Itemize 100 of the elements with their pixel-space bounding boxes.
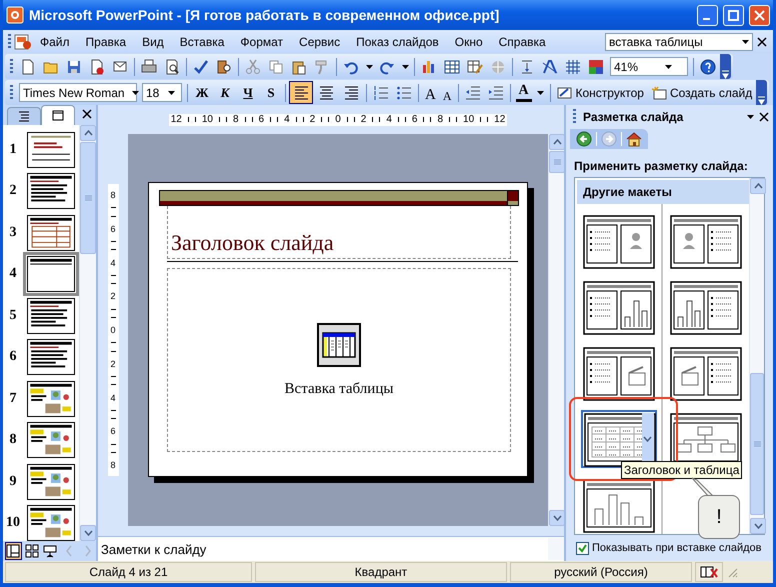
slide-number: 9 [8,474,18,490]
dropdown-arrow-icon[interactable] [664,62,672,70]
slides-tab[interactable] [41,105,75,125]
back-icon[interactable] [576,131,592,147]
spell-check-icon[interactable] [193,58,209,74]
dropdown-arrow-icon[interactable] [740,38,750,46]
italic-button[interactable]: К [214,82,236,104]
section-label: Применить разметку слайда: [573,158,749,175]
copy-icon[interactable] [268,58,284,74]
dropdown-arrow-icon[interactable] [130,88,140,96]
scroll-up-icon[interactable] [754,183,762,189]
email-icon[interactable] [112,58,128,74]
design-button[interactable]: Конструктор [554,82,647,104]
close-icon[interactable] [759,112,769,122]
menu-item[interactable]: Вставка [172,32,232,50]
shadow-button[interactable]: S [260,82,282,104]
spelling-status-icon[interactable] [700,565,718,579]
maximize-icon[interactable] [728,10,739,20]
align-left-button[interactable] [289,81,313,104]
scroll-down-icon[interactable] [552,515,562,521]
align-left-icon[interactable] [294,84,308,100]
menu-item[interactable]: Справка [490,32,554,50]
ruler-number: 2 [110,291,116,302]
dropdown-arrow-icon[interactable] [536,88,546,96]
menu-item[interactable]: Показ слайдов [348,32,447,50]
tables-borders-icon[interactable] [467,58,483,74]
paste-icon[interactable] [291,58,307,74]
grid-icon[interactable] [565,58,581,74]
maximize-button[interactable] [723,4,744,26]
decrease-font-button[interactable]: A [440,82,455,104]
close-icon[interactable] [82,109,92,119]
font-field[interactable]: Times New Roman [19,83,137,102]
outline-icon[interactable] [17,110,31,123]
home-icon[interactable] [626,131,642,147]
close-button[interactable] [749,4,770,26]
scroll-down-icon[interactable] [84,530,92,536]
slide-preview [27,505,75,542]
ruler-number: 6 [110,224,116,234]
notes-scrollbar[interactable] [548,538,564,560]
scroll-up-icon[interactable] [552,139,562,145]
align-center-icon[interactable] [318,84,334,100]
help-icon[interactable] [700,58,716,74]
expand-icon[interactable] [519,58,535,74]
research-icon[interactable] [216,58,232,74]
toolbar-options-icon[interactable] [722,70,729,79]
slide-thumbnail[interactable] [23,252,79,296]
ruler-number: 2 [110,358,116,369]
slides-icon[interactable] [51,109,65,122]
save-icon[interactable] [66,58,82,74]
slide-preview [27,256,75,292]
outline-tab[interactable] [7,107,41,125]
bulleted-list-icon[interactable] [396,84,412,100]
title-placeholder[interactable]: Заголовок слайда [167,206,511,259]
ruler-number: 2 [310,114,316,125]
scrollbar-thumb[interactable] [80,142,96,254]
bold-button[interactable]: Ж [191,82,213,104]
align-right-icon[interactable] [344,84,358,100]
scroll-down-icon[interactable] [754,523,762,529]
ruler-number: 8 [110,460,116,470]
table-icon[interactable] [444,58,460,74]
menu-item[interactable]: Правка [78,32,134,50]
resize-grip-icon[interactable] [726,566,738,578]
dropdown-arrow-icon[interactable] [400,62,410,70]
new-slide-button[interactable]: Создать слайд [648,82,756,104]
dropdown-arrow-icon[interactable] [167,88,176,96]
color-icon[interactable] [588,58,604,74]
decrease-indent-icon[interactable] [464,84,481,100]
dropdown-arrow-icon[interactable] [746,113,755,121]
chart-icon[interactable] [421,58,437,74]
zoom-field[interactable]: 41% [610,57,688,76]
font-size-field[interactable]: 18 [142,83,182,102]
dropdown-arrow-icon[interactable] [364,62,374,70]
help-search-field[interactable]: вставка таблицы [605,32,753,50]
show-on-insert-checkbox[interactable] [576,542,589,554]
menu-item[interactable]: Формат [232,32,292,50]
menu-item[interactable]: Сервис [291,32,348,50]
toolbar-options-icon[interactable] [758,96,766,105]
ruler-number: 6 [110,426,116,436]
close-icon[interactable] [757,36,767,46]
font-color-button[interactable]: A [514,82,534,104]
insert-table-icon[interactable] [317,322,361,366]
print-preview-icon[interactable] [164,58,180,74]
print-icon[interactable] [141,58,157,74]
new-document-icon[interactable] [20,58,36,74]
document-icon[interactable] [14,32,32,50]
underline-button[interactable]: Ч [237,82,259,104]
show-formatting-icon[interactable] [542,58,558,74]
numbered-list-icon[interactable] [373,84,389,100]
scrollbar-thumb[interactable] [549,151,565,173]
increase-indent-icon[interactable] [488,84,504,100]
menu-item[interactable]: Окно [446,32,491,50]
increase-font-button[interactable]: A [422,82,439,104]
content-placeholder[interactable]: Вставка таблицы [167,268,511,452]
scroll-up-icon[interactable] [84,130,92,136]
minimize-button[interactable] [697,4,718,26]
menu-item[interactable]: Файл [32,32,78,50]
menu-item[interactable]: Вид [134,32,172,50]
slide-preview [27,464,75,500]
permission-icon[interactable] [89,58,105,74]
scrollbar-thumb[interactable] [750,373,764,515]
